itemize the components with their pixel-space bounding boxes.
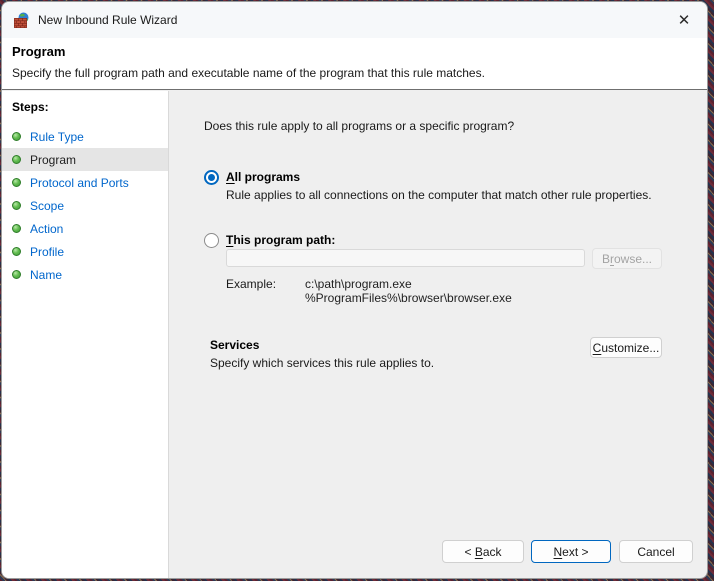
browse-button[interactable]: Browse... [592,248,662,269]
all-programs-radio[interactable] [204,170,219,185]
step-bullet-icon [12,201,21,210]
step-bullet-icon [12,247,21,256]
sidebar-item-label: Rule Type [30,130,84,144]
button-text: owse... [614,252,652,266]
sidebar-item-label: Protocol and Ports [30,176,129,190]
firewall-icon [14,12,30,28]
all-programs-label[interactable]: All programs [226,170,300,184]
page-description: Specify the full program path and execut… [12,66,697,80]
cancel-button[interactable]: Cancel [619,540,693,563]
wizard-body: Steps: Rule Type Program Protocol and Po… [2,91,708,579]
close-icon: ✕ [678,11,691,29]
example-label: Example: [226,277,276,291]
steps-sidebar: Steps: Rule Type Program Protocol and Po… [2,91,169,579]
sidebar-item-label: Action [30,222,63,236]
new-inbound-rule-wizard-window: New Inbound Rule Wizard ✕ Program Specif… [1,1,708,579]
example-path-2: %ProgramFiles%\browser\browser.exe [305,291,512,305]
label-text: his program path: [233,233,335,247]
button-text: ack [483,545,502,559]
button-text: B [602,252,610,266]
program-path-input[interactable] [226,249,585,267]
step-bullet-icon [12,178,21,187]
sidebar-item-profile[interactable]: Profile [2,240,168,263]
label-mnemonic: A [226,170,235,184]
step-bullet-icon [12,224,21,233]
desktop-background: New Inbound Rule Wizard ✕ Program Specif… [0,0,714,581]
steps-list: Rule Type Program Protocol and Ports Sco… [2,125,168,286]
label-text: ll programs [235,170,300,184]
sidebar-item-action[interactable]: Action [2,217,168,240]
sidebar-item-name[interactable]: Name [2,263,168,286]
button-mnemonic: C [593,341,602,355]
services-title: Services [210,338,259,352]
button-text: Cancel [637,545,674,559]
next-button[interactable]: Next > [531,540,611,563]
sidebar-item-scope[interactable]: Scope [2,194,168,217]
button-mnemonic: N [553,545,562,559]
program-path-radio[interactable] [204,233,219,248]
button-text: ustomize... [601,341,659,355]
step-bullet-icon [12,132,21,141]
title-bar: New Inbound Rule Wizard ✕ [2,2,707,38]
sidebar-item-protocol-and-ports[interactable]: Protocol and Ports [2,171,168,194]
step-bullet-icon [12,270,21,279]
all-programs-description: Rule applies to all connections on the c… [226,188,652,202]
main-panel: Does this rule apply to all programs or … [170,91,708,579]
window-title: New Inbound Rule Wizard [38,13,177,27]
step-bullet-icon [12,155,21,164]
example-path-1: c:\path\program.exe [305,277,412,291]
sidebar-item-program[interactable]: Program [2,148,168,171]
page-title: Program [12,44,697,59]
steps-heading: Steps: [2,91,168,114]
button-mnemonic: B [475,545,483,559]
services-description: Specify which services this rule applies… [210,356,434,370]
back-button[interactable]: < Back [442,540,524,563]
program-path-label[interactable]: This program path: [226,233,335,247]
button-text: < [464,545,474,559]
sidebar-item-label: Name [30,268,62,282]
sidebar-item-label: Scope [30,199,64,213]
sidebar-item-rule-type[interactable]: Rule Type [2,125,168,148]
sidebar-item-label: Profile [30,245,64,259]
question-text: Does this rule apply to all programs or … [204,119,514,133]
close-button[interactable]: ✕ [667,4,701,36]
button-text: ext > [562,545,588,559]
wizard-page-header: Program Specify the full program path an… [2,38,707,90]
sidebar-item-label: Program [30,153,76,167]
customize-button[interactable]: Customize... [590,337,662,358]
